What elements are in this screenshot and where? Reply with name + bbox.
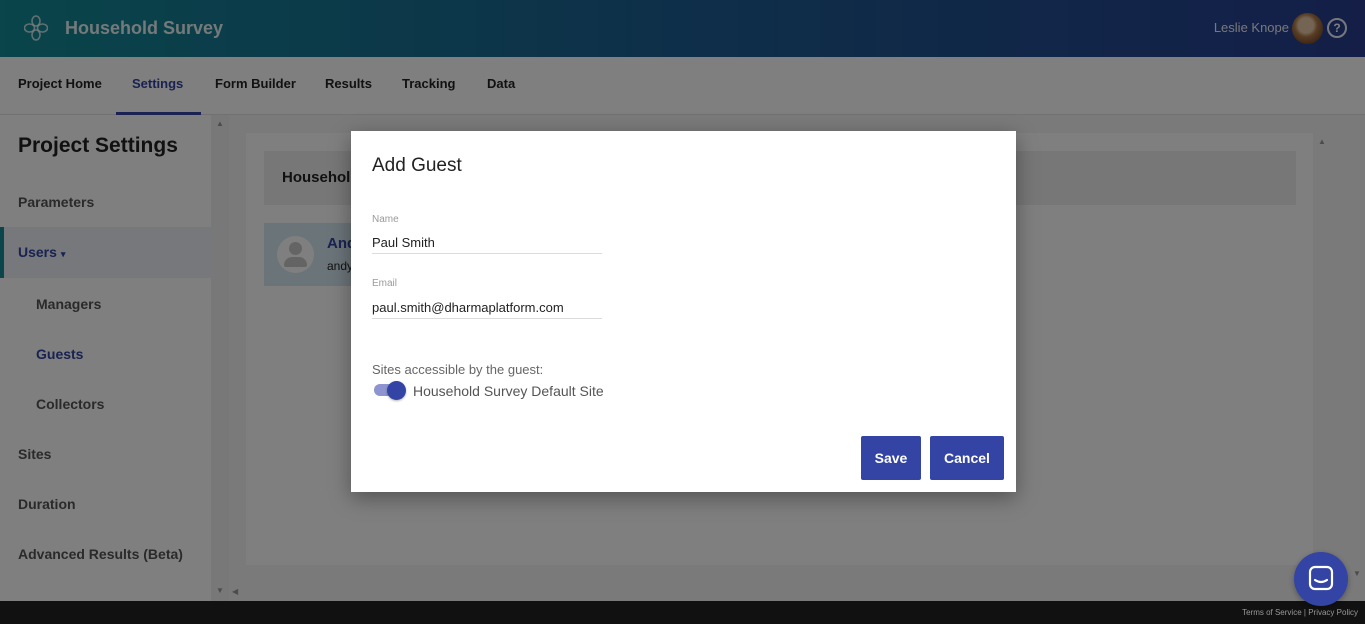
name-label: Name bbox=[372, 214, 399, 225]
email-label: Email bbox=[372, 278, 398, 289]
footer: Terms of Service | Privacy Policy bbox=[0, 601, 1365, 624]
chat-icon bbox=[1308, 565, 1334, 591]
chat-launcher-button[interactable] bbox=[1294, 552, 1348, 606]
sites-label: Sites accessible by the guest: bbox=[372, 362, 544, 377]
privacy-link[interactable]: Privacy Policy bbox=[1308, 608, 1358, 617]
dialog-title: Add Guest bbox=[372, 155, 462, 176]
footer-separator: | bbox=[1303, 608, 1306, 617]
site-toggle-label: Household Survey Default Site bbox=[413, 383, 604, 399]
email-field[interactable] bbox=[372, 297, 602, 319]
footer-links: Terms of Service | Privacy Policy bbox=[1242, 608, 1358, 617]
site-toggle-knob[interactable] bbox=[387, 381, 406, 400]
add-guest-dialog: Add Guest Name Email Sites accessible by… bbox=[351, 131, 1016, 492]
cancel-button[interactable]: Cancel bbox=[930, 436, 1004, 480]
terms-link[interactable]: Terms of Service bbox=[1242, 608, 1302, 617]
name-field[interactable] bbox=[372, 232, 602, 254]
save-button[interactable]: Save bbox=[861, 436, 921, 480]
